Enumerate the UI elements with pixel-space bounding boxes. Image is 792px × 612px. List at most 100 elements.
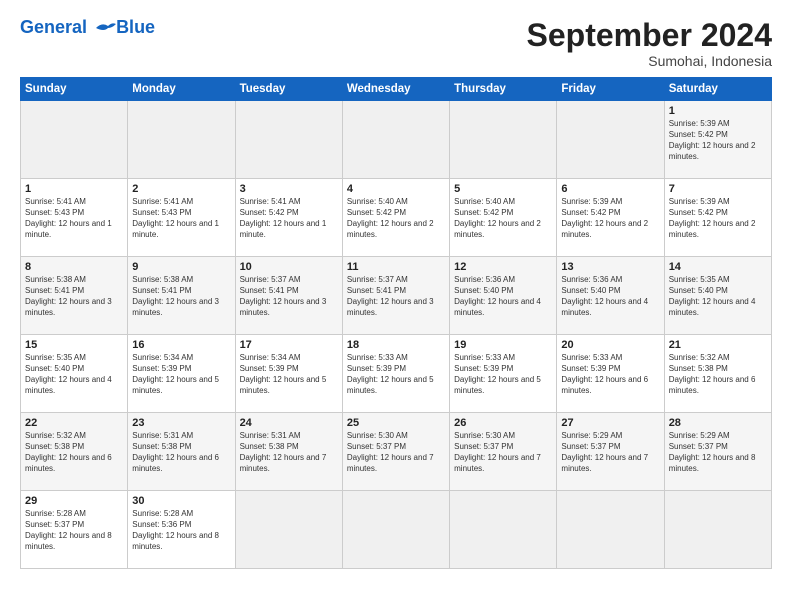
cell-content: Sunrise: 5:41 AM Sunset: 5:42 PM Dayligh… <box>240 197 338 240</box>
weekday-header-tuesday: Tuesday <box>235 78 342 101</box>
weekday-header-sunday: Sunday <box>21 78 128 101</box>
calendar-cell: 3 Sunrise: 5:41 AM Sunset: 5:42 PM Daylig… <box>235 179 342 257</box>
calendar-page: General Blue September 2024 Sumohai, Ind… <box>0 0 792 612</box>
cell-content: Sunrise: 5:35 AM Sunset: 5:40 PM Dayligh… <box>669 275 767 318</box>
calendar-cell: 19Sunrise: 5:33 AM Sunset: 5:39 PM Dayli… <box>450 335 557 413</box>
cell-content: Sunrise: 5:40 AM Sunset: 5:42 PM Dayligh… <box>454 197 552 240</box>
day-number: 24 <box>240 417 338 429</box>
cell-content: Sunrise: 5:36 AM Sunset: 5:40 PM Dayligh… <box>561 275 659 318</box>
weekday-header-row: SundayMondayTuesdayWednesdayThursdayFrid… <box>21 78 772 101</box>
calendar-cell: 16Sunrise: 5:34 AM Sunset: 5:39 PM Dayli… <box>128 335 235 413</box>
calendar-cell: 11 Sunrise: 5:37 AM Sunset: 5:41 PM Dayli… <box>342 257 449 335</box>
month-title: September 2024 <box>527 18 772 53</box>
cell-content: Sunrise: 5:34 AM Sunset: 5:39 PM Dayligh… <box>240 353 338 396</box>
cell-content: Sunrise: 5:30 AM Sunset: 5:37 PM Dayligh… <box>347 431 445 474</box>
calendar-cell: 25 Sunrise: 5:30 AM Sunset: 5:37 PM Dayli… <box>342 413 449 491</box>
calendar-cell: 8Sunrise: 5:38 AM Sunset: 5:41 PM Daylig… <box>21 257 128 335</box>
calendar-cell: 6 Sunrise: 5:39 AM Sunset: 5:42 PM Daylig… <box>557 179 664 257</box>
calendar-cell: 12Sunrise: 5:36 AM Sunset: 5:40 PM Dayli… <box>450 257 557 335</box>
cell-content: Sunrise: 5:40 AM Sunset: 5:42 PM Dayligh… <box>347 197 445 240</box>
cell-content: Sunrise: 5:33 AM Sunset: 5:39 PM Dayligh… <box>347 353 445 396</box>
day-number: 21 <box>669 339 767 351</box>
day-number: 6 <box>561 183 659 195</box>
day-number: 22 <box>25 417 123 429</box>
day-number: 1 <box>25 183 123 195</box>
calendar-cell: 27Sunrise: 5:29 AM Sunset: 5:37 PM Dayli… <box>557 413 664 491</box>
calendar-cell: 17 Sunrise: 5:34 AM Sunset: 5:39 PM Dayli… <box>235 335 342 413</box>
logo-bird-icon <box>94 20 116 36</box>
day-number: 3 <box>240 183 338 195</box>
weekday-header-thursday: Thursday <box>450 78 557 101</box>
calendar-week-row: 8Sunrise: 5:38 AM Sunset: 5:41 PM Daylig… <box>21 257 772 335</box>
day-number: 7 <box>669 183 767 195</box>
calendar-cell: 9 Sunrise: 5:38 AM Sunset: 5:41 PM Daylig… <box>128 257 235 335</box>
calendar-week-row: 1 Sunrise: 5:41 AM Sunset: 5:43 PM Daylig… <box>21 179 772 257</box>
day-number: 15 <box>25 339 123 351</box>
calendar-cell: 10Sunrise: 5:37 AM Sunset: 5:41 PM Dayli… <box>235 257 342 335</box>
cell-content: Sunrise: 5:28 AM Sunset: 5:36 PM Dayligh… <box>132 509 230 552</box>
day-number: 29 <box>25 495 123 507</box>
cell-content: Sunrise: 5:39 AM Sunset: 5:42 PM Dayligh… <box>669 119 767 162</box>
calendar-table: SundayMondayTuesdayWednesdayThursdayFrid… <box>20 77 772 569</box>
calendar-cell <box>557 491 664 569</box>
calendar-cell: 18 Sunrise: 5:33 AM Sunset: 5:39 PM Dayli… <box>342 335 449 413</box>
day-number: 26 <box>454 417 552 429</box>
cell-content: Sunrise: 5:38 AM Sunset: 5:41 PM Dayligh… <box>25 275 123 318</box>
cell-content: Sunrise: 5:29 AM Sunset: 5:37 PM Dayligh… <box>669 431 767 474</box>
calendar-cell: 13 Sunrise: 5:36 AM Sunset: 5:40 PM Dayli… <box>557 257 664 335</box>
calendar-cell: 22 Sunrise: 5:32 AM Sunset: 5:38 PM Dayli… <box>21 413 128 491</box>
calendar-cell <box>21 101 128 179</box>
calendar-body: 1 Sunrise: 5:39 AM Sunset: 5:42 PM Daylig… <box>21 101 772 569</box>
day-number: 11 <box>347 261 445 273</box>
calendar-cell <box>235 491 342 569</box>
calendar-cell <box>557 101 664 179</box>
calendar-cell: 23 Sunrise: 5:31 AM Sunset: 5:38 PM Dayli… <box>128 413 235 491</box>
day-number: 16 <box>132 339 230 351</box>
day-number: 4 <box>347 183 445 195</box>
calendar-cell <box>235 101 342 179</box>
calendar-cell <box>342 491 449 569</box>
calendar-cell: 26Sunrise: 5:30 AM Sunset: 5:37 PM Dayli… <box>450 413 557 491</box>
cell-content: Sunrise: 5:39 AM Sunset: 5:42 PM Dayligh… <box>669 197 767 240</box>
cell-content: Sunrise: 5:38 AM Sunset: 5:41 PM Dayligh… <box>132 275 230 318</box>
calendar-cell: 2Sunrise: 5:41 AM Sunset: 5:43 PM Daylig… <box>128 179 235 257</box>
calendar-cell: 21 Sunrise: 5:32 AM Sunset: 5:38 PM Dayli… <box>664 335 771 413</box>
logo-general: General <box>20 17 87 37</box>
day-number: 23 <box>132 417 230 429</box>
weekday-header-wednesday: Wednesday <box>342 78 449 101</box>
day-number: 13 <box>561 261 659 273</box>
calendar-cell: 14 Sunrise: 5:35 AM Sunset: 5:40 PM Dayli… <box>664 257 771 335</box>
calendar-cell <box>450 101 557 179</box>
calendar-cell: 29Sunrise: 5:28 AM Sunset: 5:37 PM Dayli… <box>21 491 128 569</box>
cell-content: Sunrise: 5:41 AM Sunset: 5:43 PM Dayligh… <box>25 197 123 240</box>
day-number: 5 <box>454 183 552 195</box>
cell-content: Sunrise: 5:32 AM Sunset: 5:38 PM Dayligh… <box>669 353 767 396</box>
day-number: 10 <box>240 261 338 273</box>
calendar-cell: 1 Sunrise: 5:41 AM Sunset: 5:43 PM Daylig… <box>21 179 128 257</box>
day-number: 27 <box>561 417 659 429</box>
day-number: 28 <box>669 417 767 429</box>
calendar-week-row: 15Sunrise: 5:35 AM Sunset: 5:40 PM Dayli… <box>21 335 772 413</box>
calendar-cell: 1Sunrise: 5:39 AM Sunset: 5:42 PM Daylig… <box>664 101 771 179</box>
calendar-cell: 5 Sunrise: 5:40 AM Sunset: 5:42 PM Daylig… <box>450 179 557 257</box>
cell-content: Sunrise: 5:31 AM Sunset: 5:38 PM Dayligh… <box>132 431 230 474</box>
calendar-cell: 24Sunrise: 5:31 AM Sunset: 5:38 PM Dayli… <box>235 413 342 491</box>
calendar-cell: 30Sunrise: 5:28 AM Sunset: 5:36 PM Dayli… <box>128 491 235 569</box>
cell-content: Sunrise: 5:36 AM Sunset: 5:40 PM Dayligh… <box>454 275 552 318</box>
title-area: September 2024 Sumohai, Indonesia <box>527 18 772 69</box>
calendar-week-row: 1Sunrise: 5:39 AM Sunset: 5:42 PM Daylig… <box>21 101 772 179</box>
day-number: 2 <box>132 183 230 195</box>
day-number: 14 <box>669 261 767 273</box>
cell-content: Sunrise: 5:39 AM Sunset: 5:42 PM Dayligh… <box>561 197 659 240</box>
calendar-cell <box>664 491 771 569</box>
cell-content: Sunrise: 5:37 AM Sunset: 5:41 PM Dayligh… <box>347 275 445 318</box>
day-number: 17 <box>240 339 338 351</box>
cell-content: Sunrise: 5:32 AM Sunset: 5:38 PM Dayligh… <box>25 431 123 474</box>
day-number: 18 <box>347 339 445 351</box>
calendar-cell <box>128 101 235 179</box>
day-number: 25 <box>347 417 445 429</box>
logo-blue: Blue <box>116 18 155 38</box>
weekday-header-friday: Friday <box>557 78 664 101</box>
day-number: 9 <box>132 261 230 273</box>
calendar-cell <box>342 101 449 179</box>
